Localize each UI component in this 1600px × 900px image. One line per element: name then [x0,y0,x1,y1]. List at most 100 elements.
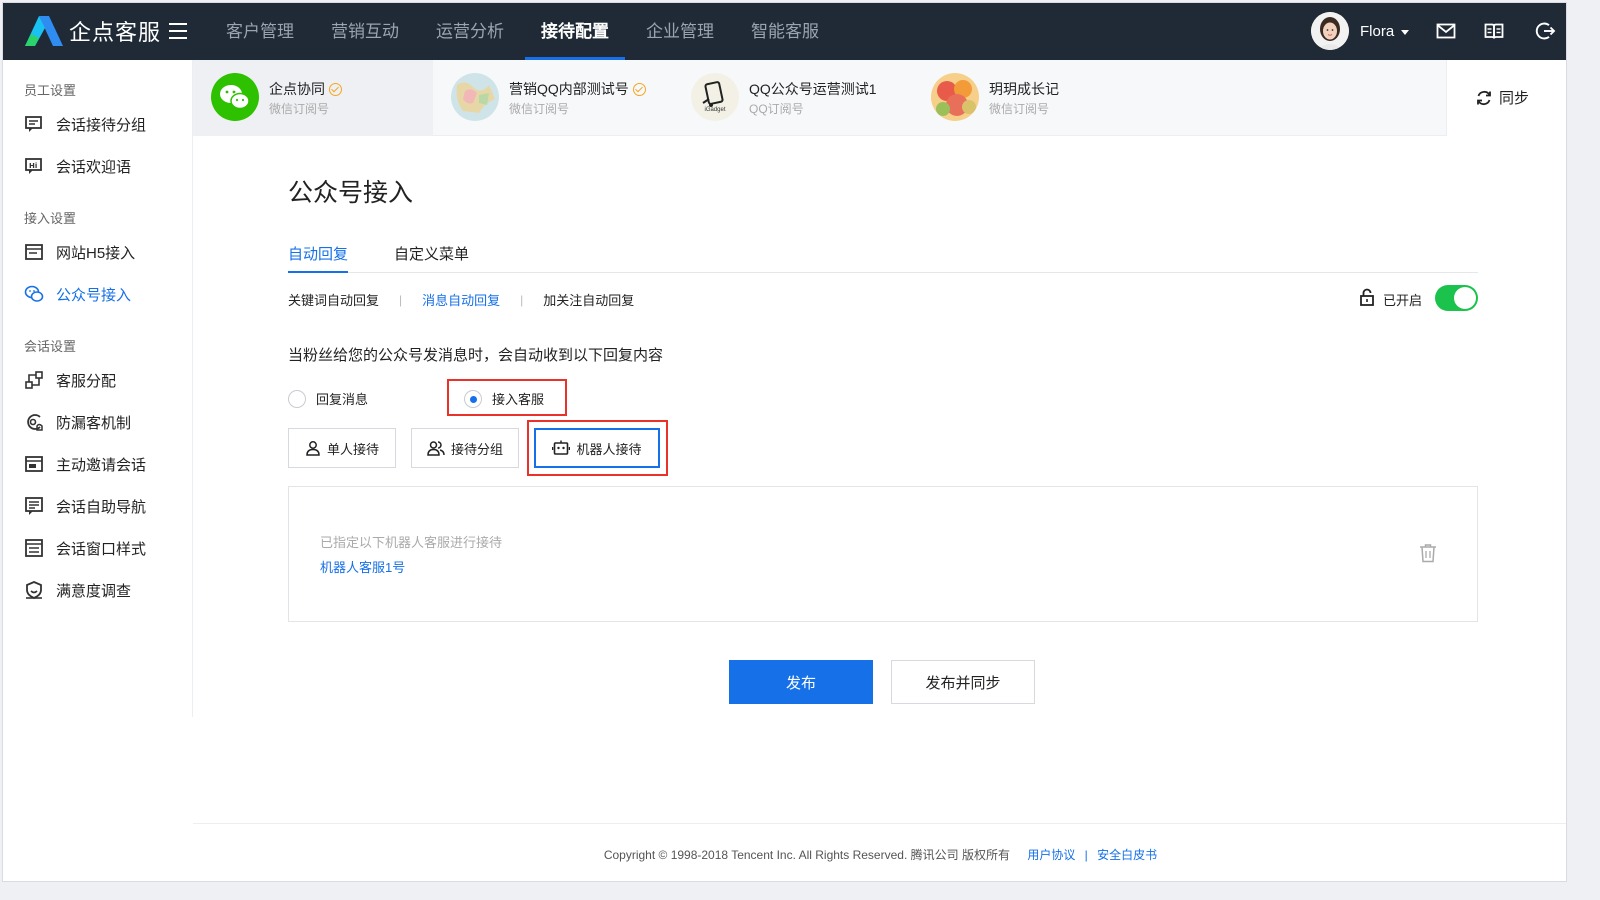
account-name: 企点协同 [269,81,325,97]
fruit-avatar-icon [931,73,979,121]
window-style-icon [25,539,43,557]
book-icon[interactable] [1483,20,1505,42]
reply-type-tabs: 关键词自动回复 | 消息自动回复 | 加关注自动回复 [288,290,634,309]
sidebar-item-distribution[interactable]: 客服分配 [24,368,116,392]
sidebar-item-label: 公众号接入 [56,286,132,304]
public-account-icon [24,285,44,302]
map-avatar-icon [451,73,499,121]
sidebar: 员工设置 会话接待分组 Hi 会话欢迎语 接入设置 网站H5接入 公众号接入 会… [3,60,193,717]
account-tab[interactable]: 玥玥成长记 微信订阅号 [913,60,1153,136]
tab-custom-menu[interactable]: 自定义菜单 [394,243,469,273]
account-tab[interactable]: 营销QQ内部测试号 微信订阅号 [433,60,673,136]
account-tabs: 企点协同 微信订阅号 营销QQ内部测试号 微信订阅号 iGadget QQ公众号… [193,60,1446,136]
highlight-box [527,420,668,476]
mail-icon[interactable] [1435,20,1457,42]
svg-text:Hi: Hi [29,162,37,170]
robot-assignment-panel: 已指定以下机器人客服进行接待 机器人客服1号 [288,486,1478,622]
account-type: 微信订阅号 [989,102,1050,116]
account-name: QQ公众号运营测试1 [749,81,877,97]
account-name: 玥玥成长记 [989,81,1059,97]
account-tab[interactable]: 企点协同 微信订阅号 [193,60,433,136]
auto-reply-toggle[interactable] [1435,285,1478,311]
user-name[interactable]: Flora [1360,23,1394,40]
chevron-down-icon[interactable] [1401,30,1409,35]
group-icon [427,441,445,456]
chat-group-icon [25,116,42,132]
app-window: 企点客服 客户管理 营销互动 运营分析 接待配置 企业管理 智能客服 Flora [2,2,1567,882]
app-name: 企点客服 [69,20,162,45]
sidebar-item-chat-groups[interactable]: 会话接待分组 [24,112,146,136]
avatar-text: iGadget [704,107,726,113]
avatar-image [1311,12,1349,50]
copyright-text: Copyright © 1998-2018 Tencent Inc. All R… [603,848,1010,862]
verified-icon [632,83,646,96]
subtab-message-reply[interactable]: 消息自动回复 [422,290,500,309]
igadget-avatar-icon: iGadget [691,73,739,121]
robot-name-link[interactable]: 机器人客服1号 [320,557,405,576]
logo[interactable]: 企点客服 [25,15,161,47]
divider: | [399,292,403,307]
sidebar-item-label: 会话欢迎语 [56,158,132,176]
sidebar-group-access: 接入设置 [24,211,77,226]
publish-button[interactable]: 发布 [729,660,873,704]
nav-enterprise-management[interactable]: 企业管理 [630,3,730,60]
tab-auto-reply[interactable]: 自动回复 [288,243,349,273]
sync-button[interactable]: 同步 [1475,87,1529,108]
sidebar-item-label: 会话接待分组 [56,116,147,134]
content-tabs: 自动回复 自定义菜单 [288,243,1478,273]
hamburger-menu-icon[interactable] [169,23,187,39]
main-nav: 客户管理 营销互动 运营分析 接待配置 企业管理 智能客服 [210,3,840,60]
anti-leak-icon [27,414,43,431]
account-type: 微信订阅号 [269,102,330,116]
sidebar-item-web-h5[interactable]: 网站H5接入 [24,240,135,264]
subtab-follow-reply[interactable]: 加关注自动回复 [543,290,634,309]
account-tab[interactable]: iGadget QQ公众号运营测试1 QQ订阅号 [673,60,913,136]
sidebar-item-label: 会话窗口样式 [56,540,147,558]
sidebar-item-anti-leak[interactable]: 防漏客机制 [24,410,131,434]
sidebar-item-label: 主动邀请会话 [56,456,147,474]
sidebar-item-label: 防漏客机制 [56,414,132,432]
robot-hint: 已指定以下机器人客服进行接待 [320,535,503,550]
web-icon [25,244,43,260]
status-label: 已开启 [1383,293,1423,308]
sidebar-group-session: 会话设置 [24,339,77,354]
radio-label: 回复消息 [316,392,369,407]
account-type: 微信订阅号 [509,102,570,116]
sidebar-item-invite[interactable]: 主动邀请会话 [24,452,146,476]
publish-sync-button[interactable]: 发布并同步 [891,660,1035,704]
sidebar-item-satisfaction[interactable]: 满意度调查 [24,578,131,602]
trash-icon[interactable] [1419,543,1437,563]
toggle-knob [1454,287,1476,309]
account-name: 营销QQ内部测试号 [509,81,629,97]
mode-label: 单人接待 [326,441,379,457]
nav-analytics[interactable]: 运营分析 [420,3,520,60]
radio-reply-message[interactable]: 回复消息 [288,389,368,408]
nav-marketing[interactable]: 营销互动 [315,3,415,60]
nav-smart-service[interactable]: 智能客服 [735,3,835,60]
security-whitepaper-link[interactable]: 安全白皮书 [1097,848,1157,862]
divider: | [520,292,524,307]
group-reception-button[interactable]: 接待分组 [411,428,519,468]
hi-bubble-icon: Hi [25,158,42,174]
refresh-icon [1477,90,1491,105]
nav-customer-management[interactable]: 客户管理 [210,3,310,60]
logo-icon [25,16,63,46]
sidebar-group-staff: 员工设置 [24,83,77,98]
top-bar: 企点客服 客户管理 营销互动 运营分析 接待配置 企业管理 智能客服 Flora [3,3,1566,60]
sidebar-item-label: 会话自助导航 [56,498,147,516]
person-icon [306,441,320,456]
mode-label: 接待分组 [450,441,503,457]
subtab-keyword-reply[interactable]: 关键词自动回复 [288,290,379,309]
user-agreement-link[interactable]: 用户协议 [1027,848,1075,862]
sidebar-item-window-style[interactable]: 会话窗口样式 [24,536,146,560]
navigation-icon [25,497,43,515]
logout-icon[interactable] [1534,20,1556,42]
sidebar-item-public-account[interactable]: 公众号接入 [24,282,131,306]
sidebar-item-welcome[interactable]: Hi 会话欢迎语 [24,154,131,178]
footer-divider: | [1084,848,1088,862]
nav-reception-config[interactable]: 接待配置 [525,3,625,60]
sidebar-item-navigation[interactable]: 会话自助导航 [24,494,146,518]
verified-icon [329,83,342,96]
avatar[interactable] [1311,12,1349,50]
single-reception-button[interactable]: 单人接待 [288,428,396,468]
